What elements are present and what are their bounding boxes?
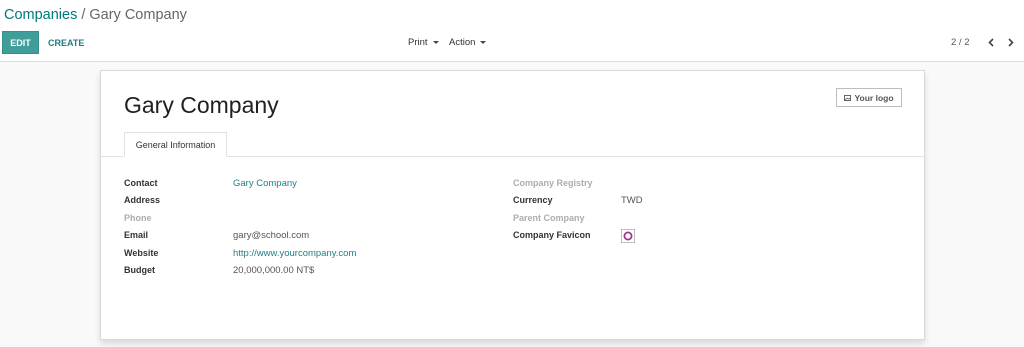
control-panel: Companies / Gary Company EDIT CREATE Print… bbox=[0, 0, 1024, 62]
field-label-budget: Budget bbox=[124, 265, 155, 275]
pager-previous-button[interactable] bbox=[983, 33, 999, 51]
caret-down-icon bbox=[480, 41, 487, 44]
pager-next-button[interactable] bbox=[1003, 33, 1019, 51]
field-value-website[interactable]: http://www.yourcompany.com bbox=[233, 248, 356, 259]
tab-general-information[interactable]: General Information bbox=[124, 132, 227, 157]
field-label-website: Website bbox=[124, 248, 159, 258]
breadcrumb: Companies / Gary Company bbox=[4, 7, 187, 23]
field-label-phone: Phone bbox=[124, 213, 152, 223]
field-value-contact[interactable]: Gary Company bbox=[233, 178, 297, 189]
print-label: Print bbox=[408, 37, 428, 48]
field-label-address: Address bbox=[124, 195, 161, 205]
field-label-company-favicon: Company Favicon bbox=[513, 230, 591, 240]
breadcrumb-separator: / bbox=[81, 7, 86, 23]
field-value-budget: 20,000,000.00 NT$ bbox=[233, 265, 315, 276]
print-dropdown[interactable]: Print bbox=[408, 31, 439, 54]
action-dropdown[interactable]: Action bbox=[449, 31, 487, 54]
action-label: Action bbox=[449, 37, 476, 48]
field-label-parent-company: Parent Company bbox=[513, 213, 585, 223]
field-value-email: gary@school.com bbox=[233, 230, 310, 241]
field-label-company-registry: Company Registry bbox=[513, 178, 593, 188]
field-value-currency: TWD bbox=[621, 195, 643, 206]
field-label-email: Email bbox=[124, 230, 149, 240]
form-sheet: Gary Company Your logo General Informati… bbox=[100, 70, 925, 340]
chevron-left-icon bbox=[988, 37, 994, 47]
edit-button[interactable]: EDIT bbox=[2, 31, 39, 54]
company-name-title: Gary Company bbox=[124, 92, 279, 118]
image-icon bbox=[844, 94, 852, 101]
create-button[interactable]: CREATE bbox=[48, 31, 84, 54]
field-label-contact: Contact bbox=[124, 178, 158, 188]
caret-down-icon bbox=[432, 41, 439, 44]
company-favicon-image[interactable] bbox=[621, 229, 635, 243]
company-logo-upload[interactable]: Your logo bbox=[836, 88, 902, 107]
pager-value[interactable]: 2 / 2 bbox=[951, 31, 970, 54]
logo-button-label: Your logo bbox=[854, 92, 894, 103]
chevron-right-icon bbox=[1008, 37, 1014, 47]
field-label-currency: Currency bbox=[513, 195, 553, 205]
breadcrumb-companies-link[interactable]: Companies bbox=[4, 7, 77, 23]
favicon-icon bbox=[623, 231, 633, 241]
breadcrumb-current: Gary Company bbox=[89, 7, 187, 23]
